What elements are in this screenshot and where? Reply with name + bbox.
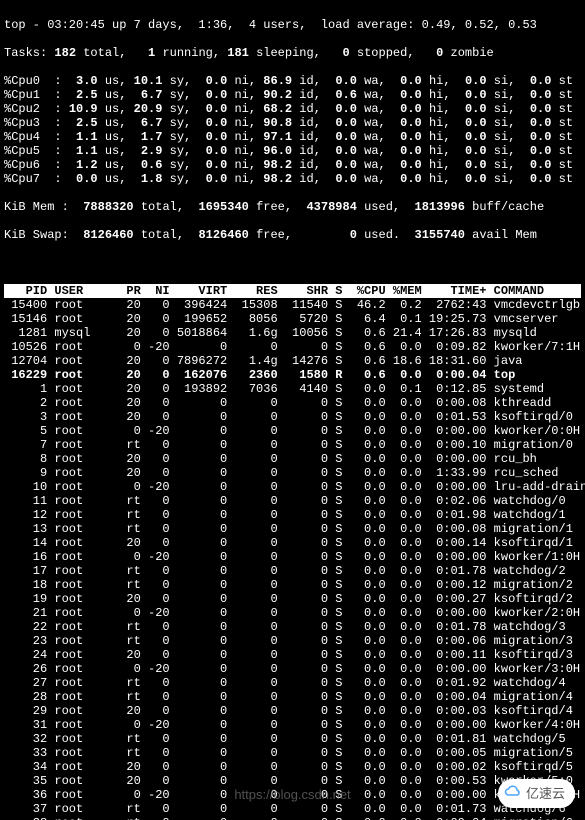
process-row: 23 root rt 0 0 0 0 S 0.0 0.0 0:00.06 mig… (4, 634, 581, 648)
process-row: 1281 mysql 20 0 5018864 1.6g 10056 S 0.6… (4, 326, 581, 340)
process-row: 17 root rt 0 0 0 0 S 0.0 0.0 0:01.78 wat… (4, 564, 581, 578)
process-row: 33 root rt 0 0 0 0 S 0.0 0.0 0:00.05 mig… (4, 746, 581, 760)
process-row: 3 root 20 0 0 0 0 S 0.0 0.0 0:01.53 ksof… (4, 410, 581, 424)
process-row: 32 root rt 0 0 0 0 S 0.0 0.0 0:01.81 wat… (4, 732, 581, 746)
process-row: 2 root 20 0 0 0 0 S 0.0 0.0 0:00.08 kthr… (4, 396, 581, 410)
process-row: 18 root rt 0 0 0 0 S 0.0 0.0 0:00.12 mig… (4, 578, 581, 592)
process-table-body: 15400 root 20 0 396424 15308 11540 S 46.… (4, 298, 581, 820)
process-row: 27 root rt 0 0 0 0 S 0.0 0.0 0:01.92 wat… (4, 676, 581, 690)
cloud-watermark-text: 亿速云 (526, 787, 565, 801)
process-row: 5 root 0 -20 0 0 0 S 0.0 0.0 0:00.00 kwo… (4, 424, 581, 438)
process-row: 15146 root 20 0 199652 8056 5720 S 6.4 0… (4, 312, 581, 326)
process-row: 1 root 20 0 193892 7036 4140 S 0.0 0.1 0… (4, 382, 581, 396)
process-row: 22 root rt 0 0 0 0 S 0.0 0.0 0:01.78 wat… (4, 620, 581, 634)
process-row: 12704 root 20 0 7896272 1.4g 14276 S 0.6… (4, 354, 581, 368)
process-row: 37 root rt 0 0 0 0 S 0.0 0.0 0:01.73 wat… (4, 802, 581, 816)
blank-line (4, 256, 581, 270)
process-row: 9 root 20 0 0 0 0 S 0.0 0.0 1:33.99 rcu_… (4, 466, 581, 480)
process-row: 29 root 20 0 0 0 0 S 0.0 0.0 0:00.03 kso… (4, 704, 581, 718)
process-row: 8 root 20 0 0 0 0 S 0.0 0.0 0:00.00 rcu_… (4, 452, 581, 466)
process-row: 14 root 20 0 0 0 0 S 0.0 0.0 0:00.14 kso… (4, 536, 581, 550)
summary-line-uptime: top - 03:20:45 up 7 days, 1:36, 4 users,… (4, 18, 581, 32)
process-row: 10 root 0 -20 0 0 0 S 0.0 0.0 0:00.00 lr… (4, 480, 581, 494)
process-table-header[interactable]: PID USER PR NI VIRT RES SHR S %CPU %MEM … (4, 284, 581, 298)
process-row: 28 root rt 0 0 0 0 S 0.0 0.0 0:00.04 mig… (4, 690, 581, 704)
process-row: 35 root 20 0 0 0 0 S 0.0 0.0 0:00.53 kwo… (4, 774, 581, 788)
process-row: 21 root 0 -20 0 0 0 S 0.0 0.0 0:00.00 kw… (4, 606, 581, 620)
process-row: 38 root rt 0 0 0 0 S 0.0 0.0 0:00.04 mig… (4, 816, 581, 820)
cloud-icon (504, 783, 522, 804)
process-row: 19 root 20 0 0 0 0 S 0.0 0.0 0:00.27 kso… (4, 592, 581, 606)
summary-line-tasks: Tasks: 182 total, 1 running, 181 sleepin… (4, 46, 581, 60)
process-row: 13 root rt 0 0 0 0 S 0.0 0.0 0:00.08 mig… (4, 522, 581, 536)
process-row: 7 root rt 0 0 0 0 S 0.0 0.0 0:00.10 migr… (4, 438, 581, 452)
process-row: 10526 root 0 -20 0 0 0 S 0.6 0.0 0:09.82… (4, 340, 581, 354)
process-row: 34 root 20 0 0 0 0 S 0.0 0.0 0:00.02 kso… (4, 760, 581, 774)
process-row: 11 root rt 0 0 0 0 S 0.0 0.0 0:02.06 wat… (4, 494, 581, 508)
process-row: 36 root 0 -20 0 0 0 S 0.0 0.0 0:00.00 kw… (4, 788, 581, 802)
process-row: 16 root 0 -20 0 0 0 S 0.0 0.0 0:00.00 kw… (4, 550, 581, 564)
process-row-highlight: 16229 root 20 0 162076 2360 1580 R 0.6 0… (4, 368, 581, 382)
process-row: 31 root 0 -20 0 0 0 S 0.0 0.0 0:00.00 kw… (4, 718, 581, 732)
summary-cpu-lines: %Cpu0 : 3.0 us, 10.1 sy, 0.0 ni, 86.9 id… (4, 74, 581, 186)
terminal-output[interactable]: top - 03:20:45 up 7 days, 1:36, 4 users,… (0, 0, 585, 820)
summary-line-mem: KiB Mem : 7888320 total, 1695340 free, 4… (4, 200, 581, 214)
process-row: 24 root 20 0 0 0 0 S 0.0 0.0 0:00.11 kso… (4, 648, 581, 662)
process-row: 15400 root 20 0 396424 15308 11540 S 46.… (4, 298, 581, 312)
process-row: 26 root 0 -20 0 0 0 S 0.0 0.0 0:00.00 kw… (4, 662, 581, 676)
cloud-watermark: 亿速云 (498, 779, 575, 808)
process-row: 12 root rt 0 0 0 0 S 0.0 0.0 0:01.98 wat… (4, 508, 581, 522)
summary-line-swap: KiB Swap: 8126460 total, 8126460 free, 0… (4, 228, 581, 242)
